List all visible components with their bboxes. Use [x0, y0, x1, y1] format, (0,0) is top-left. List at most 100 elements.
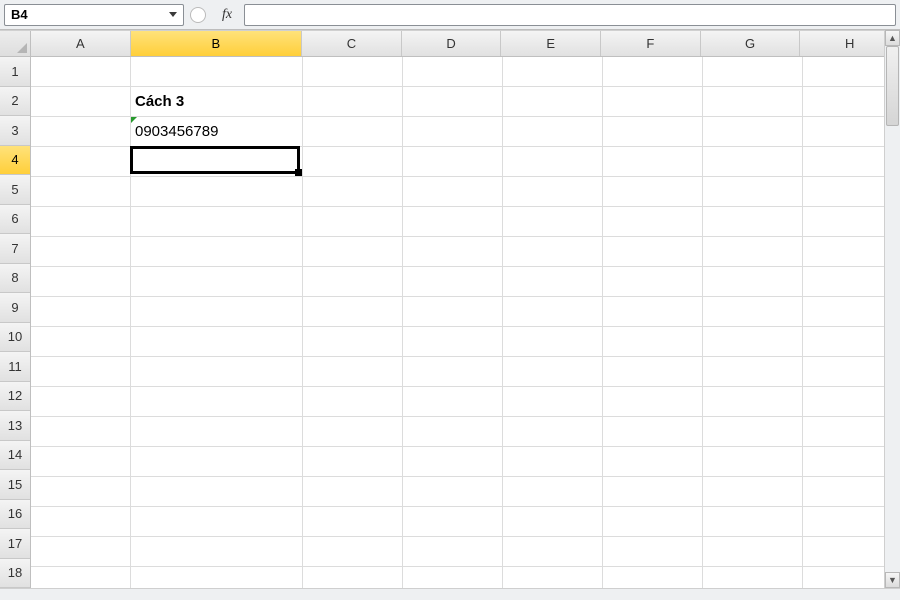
cell-D10[interactable] [403, 327, 503, 357]
sheet-grid[interactable]: ABCDEFGH 123456789101112131415161718 Các… [0, 30, 900, 588]
cell-E17[interactable] [503, 537, 603, 567]
cell-F17[interactable] [603, 537, 703, 567]
cell-B16[interactable] [131, 507, 303, 537]
cell-E9[interactable] [503, 297, 603, 327]
row-header-4[interactable]: 4 [0, 146, 30, 176]
cell-B14[interactable] [131, 447, 303, 477]
cell-C12[interactable] [303, 387, 403, 417]
cell-F16[interactable] [603, 507, 703, 537]
cell-A8[interactable] [31, 267, 131, 297]
row-header-15[interactable]: 15 [0, 470, 30, 500]
cell-E6[interactable] [503, 207, 603, 237]
col-header-A[interactable]: A [31, 31, 131, 56]
cell-C15[interactable] [303, 477, 403, 507]
vertical-scrollbar[interactable]: ▲ ▼ [884, 30, 900, 588]
cell-C17[interactable] [303, 537, 403, 567]
row-header-8[interactable]: 8 [0, 264, 30, 294]
cell-G13[interactable] [703, 417, 803, 447]
cell-A17[interactable] [31, 537, 131, 567]
row-header-1[interactable]: 1 [0, 57, 30, 87]
cell-C7[interactable] [303, 237, 403, 267]
cell-D9[interactable] [403, 297, 503, 327]
cell-C1[interactable] [303, 57, 403, 87]
cell-D3[interactable] [403, 117, 503, 147]
cell-B15[interactable] [131, 477, 303, 507]
cell-E8[interactable] [503, 267, 603, 297]
col-header-G[interactable]: G [701, 31, 801, 56]
cell-D8[interactable] [403, 267, 503, 297]
col-header-C[interactable]: C [302, 31, 402, 56]
row-header-17[interactable]: 17 [0, 529, 30, 559]
cell-E16[interactable] [503, 507, 603, 537]
cell-B11[interactable] [131, 357, 303, 387]
cell-G17[interactable] [703, 537, 803, 567]
cell-C6[interactable] [303, 207, 403, 237]
cell-A5[interactable] [31, 177, 131, 207]
cell-A9[interactable] [31, 297, 131, 327]
cell-F18[interactable] [603, 567, 703, 588]
cell-D11[interactable] [403, 357, 503, 387]
col-header-E[interactable]: E [501, 31, 601, 56]
row-header-3[interactable]: 3 [0, 116, 30, 146]
cell-G5[interactable] [703, 177, 803, 207]
cell-E10[interactable] [503, 327, 603, 357]
cell-G4[interactable] [703, 147, 803, 177]
cell-B4[interactable] [131, 147, 303, 177]
cell-G14[interactable] [703, 447, 803, 477]
cell-A2[interactable] [31, 87, 131, 117]
row-header-12[interactable]: 12 [0, 382, 30, 412]
scroll-down-icon[interactable]: ▼ [885, 572, 900, 588]
scroll-up-icon[interactable]: ▲ [885, 30, 900, 46]
cell-B10[interactable] [131, 327, 303, 357]
cell-E1[interactable] [503, 57, 603, 87]
cell-B2[interactable]: Cách 3 [131, 87, 303, 117]
cell-D18[interactable] [403, 567, 503, 588]
cell-F6[interactable] [603, 207, 703, 237]
cell-A3[interactable] [31, 117, 131, 147]
cell-G16[interactable] [703, 507, 803, 537]
cell-G9[interactable] [703, 297, 803, 327]
cell-C5[interactable] [303, 177, 403, 207]
col-header-B[interactable]: B [131, 31, 302, 56]
cell-F9[interactable] [603, 297, 703, 327]
cell-G11[interactable] [703, 357, 803, 387]
cell-E5[interactable] [503, 177, 603, 207]
cell-F10[interactable] [603, 327, 703, 357]
cell-F14[interactable] [603, 447, 703, 477]
cell-G15[interactable] [703, 477, 803, 507]
cell-D4[interactable] [403, 147, 503, 177]
row-header-2[interactable]: 2 [0, 87, 30, 117]
col-header-F[interactable]: F [601, 31, 701, 56]
cell-D12[interactable] [403, 387, 503, 417]
cell-C8[interactable] [303, 267, 403, 297]
name-box[interactable]: B4 [4, 4, 184, 26]
vscroll-track[interactable] [885, 46, 900, 572]
cell-G2[interactable] [703, 87, 803, 117]
cell-C16[interactable] [303, 507, 403, 537]
cell-B9[interactable] [131, 297, 303, 327]
cell-F13[interactable] [603, 417, 703, 447]
cell-A4[interactable] [31, 147, 131, 177]
cell-D15[interactable] [403, 477, 503, 507]
cell-E12[interactable] [503, 387, 603, 417]
cells-area[interactable]: Cách 30903456789 [31, 57, 900, 588]
cell-E13[interactable] [503, 417, 603, 447]
select-all-corner[interactable] [0, 31, 31, 57]
cell-G7[interactable] [703, 237, 803, 267]
cell-C18[interactable] [303, 567, 403, 588]
cell-D6[interactable] [403, 207, 503, 237]
cell-B3[interactable]: 0903456789 [131, 117, 303, 147]
cell-A11[interactable] [31, 357, 131, 387]
cell-G8[interactable] [703, 267, 803, 297]
cell-D5[interactable] [403, 177, 503, 207]
cell-A16[interactable] [31, 507, 131, 537]
row-header-11[interactable]: 11 [0, 352, 30, 382]
cell-G1[interactable] [703, 57, 803, 87]
cell-D14[interactable] [403, 447, 503, 477]
cell-A7[interactable] [31, 237, 131, 267]
chevron-down-icon[interactable] [169, 12, 177, 17]
cell-E18[interactable] [503, 567, 603, 588]
cell-A15[interactable] [31, 477, 131, 507]
row-header-10[interactable]: 10 [0, 323, 30, 353]
row-header-9[interactable]: 9 [0, 293, 30, 323]
